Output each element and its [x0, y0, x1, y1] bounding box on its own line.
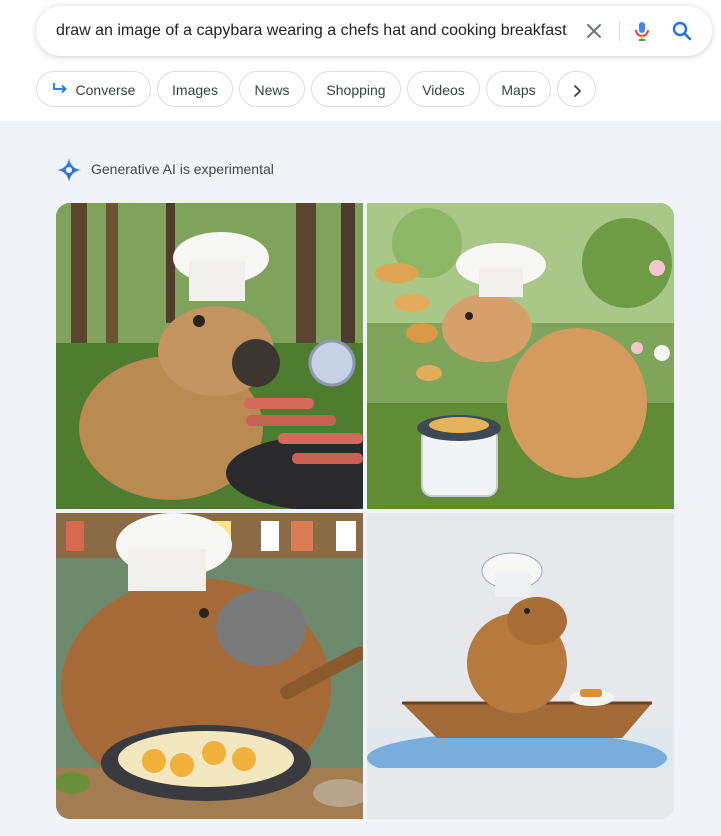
reply-arrow-icon [52, 73, 68, 109]
chip-converse-label: Converse [75, 82, 136, 98]
chip-news-label: News [254, 82, 290, 98]
search-query[interactable]: draw an image of a capybara wearing a ch… [56, 6, 567, 56]
search-divider [619, 21, 620, 41]
chip-news[interactable]: News [239, 71, 305, 107]
microphone-icon[interactable] [630, 19, 654, 43]
generated-image-3[interactable] [56, 513, 363, 819]
chip-images-label: Images [172, 82, 218, 98]
header: draw an image of a capybara wearing a ch… [0, 0, 721, 121]
chevron-right-icon [573, 85, 581, 98]
generated-image-4[interactable] [367, 513, 674, 819]
search-icon[interactable] [670, 19, 694, 43]
chip-images[interactable]: Images [157, 71, 233, 107]
chip-shopping-label: Shopping [326, 82, 386, 98]
chip-converse[interactable]: Converse [36, 71, 151, 107]
generative-ai-panel: Generative AI is experimental [0, 121, 721, 836]
close-icon[interactable] [582, 19, 606, 43]
chips-more-button[interactable] [557, 71, 596, 107]
ai-notice-text: Generative AI is experimental [91, 161, 274, 177]
search-bar[interactable]: draw an image of a capybara wearing a ch… [36, 6, 712, 56]
generated-image-2[interactable] [367, 203, 674, 509]
sparkle-icon [56, 157, 82, 188]
chip-shopping[interactable]: Shopping [311, 71, 401, 107]
chip-videos-label: Videos [422, 82, 465, 98]
generated-image-1[interactable] [56, 203, 363, 509]
chip-videos[interactable]: Videos [407, 71, 480, 107]
chip-maps-label: Maps [501, 82, 536, 98]
generated-image-grid [56, 203, 674, 821]
chip-maps[interactable]: Maps [486, 71, 551, 107]
